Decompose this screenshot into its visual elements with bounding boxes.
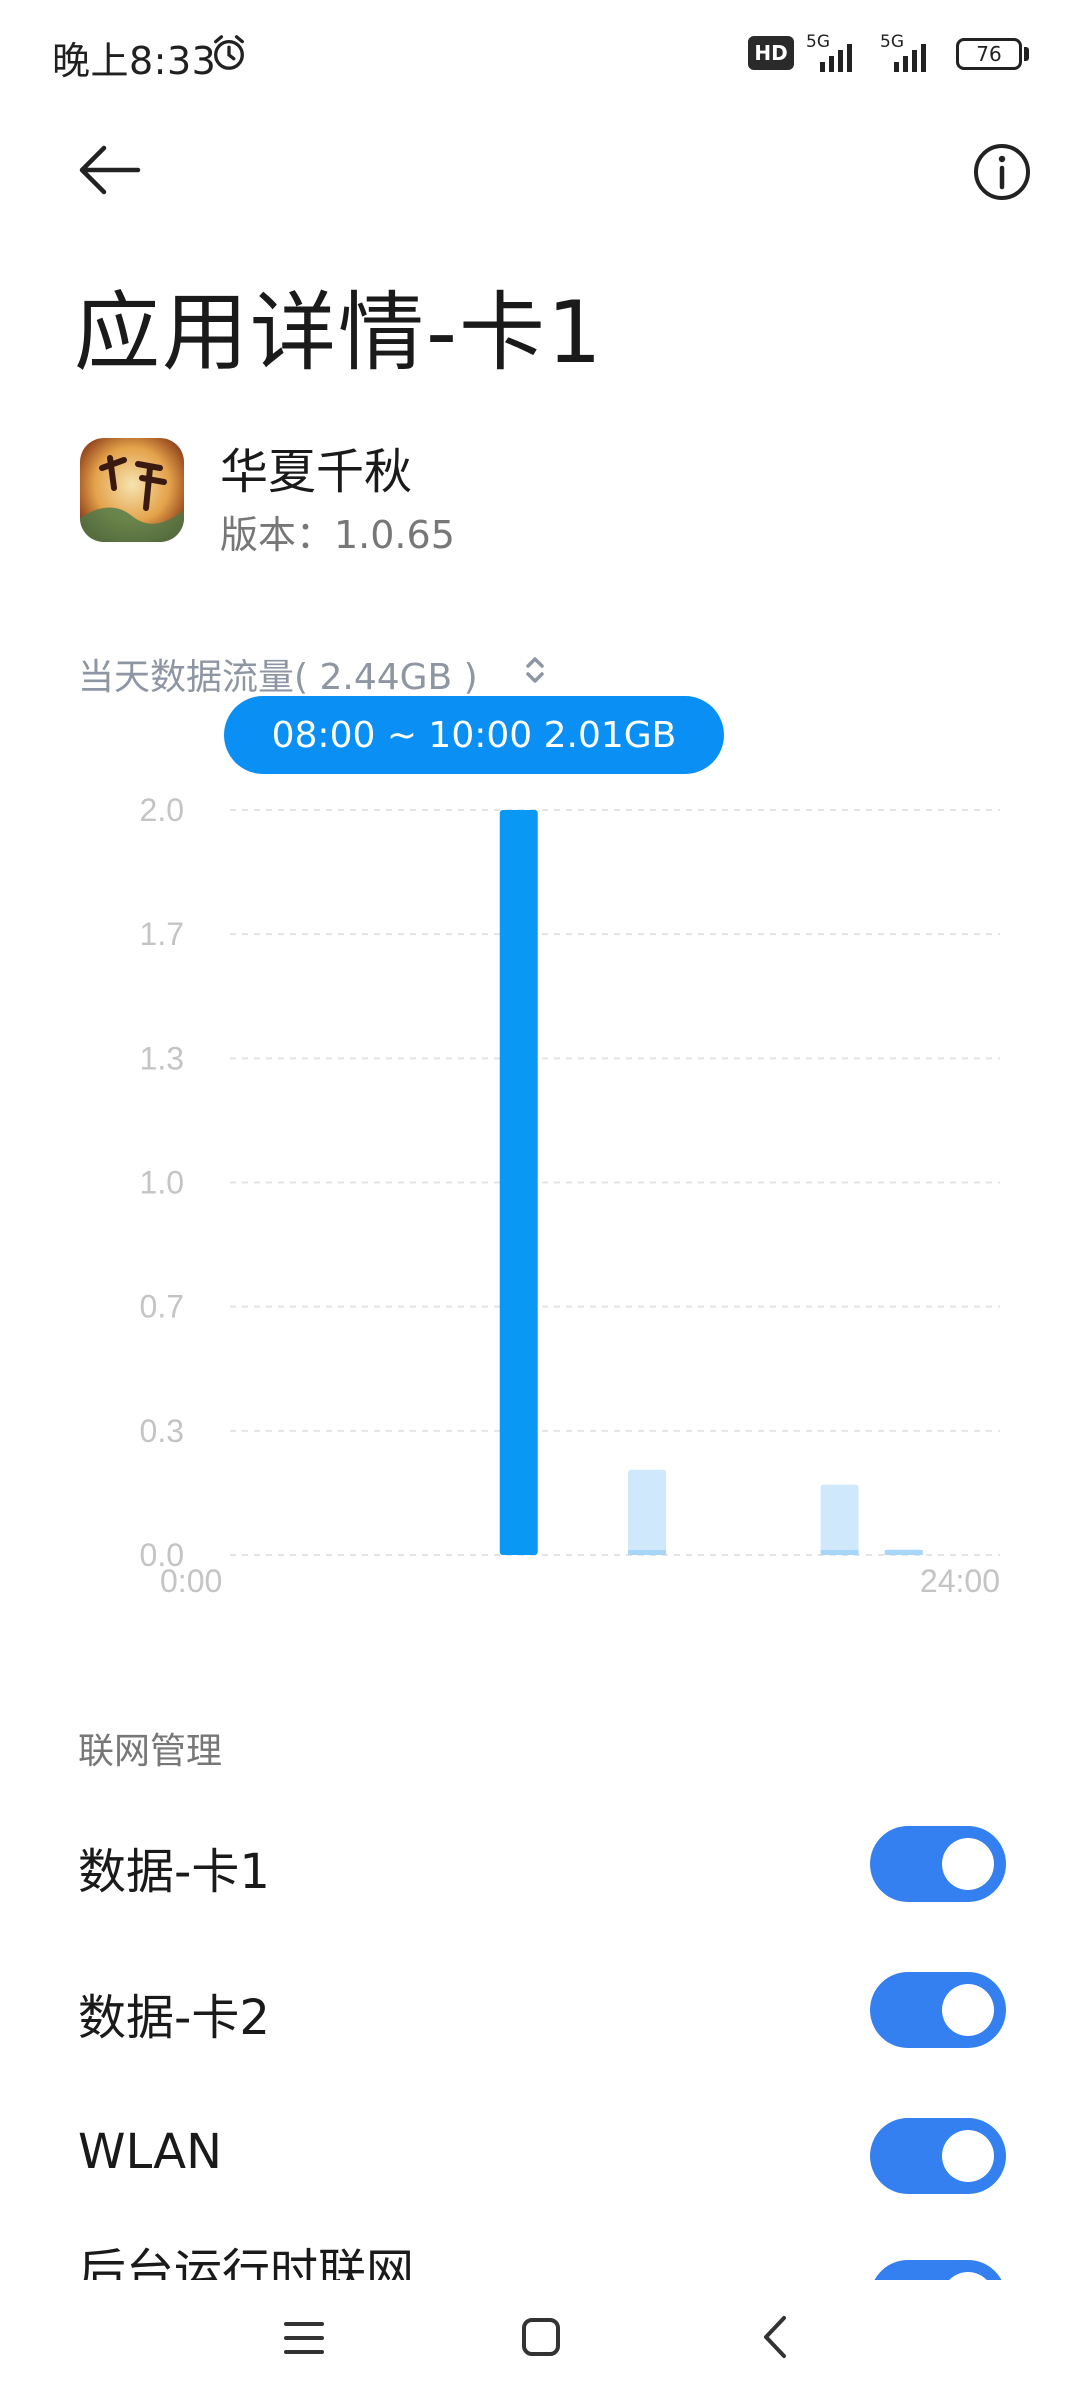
setting-label: 数据-卡1 [78, 1844, 270, 1900]
x-axis-end-label: 24:00 [920, 1563, 1000, 1599]
expand-collapse-icon[interactable] [520, 650, 550, 690]
setting-row-data-sim1[interactable]: 数据-卡1 [0, 1792, 1080, 1932]
y-tick-label: 1.0 [140, 1165, 184, 1201]
page-title: 应用详情-卡1 [74, 283, 604, 383]
app-icon [80, 438, 184, 542]
daily-usage-label[interactable]: 当天数据流量( 2.44GB ) [78, 648, 478, 700]
signal-sim1-icon: 5G [806, 32, 866, 72]
chart-bar[interactable] [628, 1469, 667, 1555]
toggle-knob [942, 1984, 994, 2036]
setting-row-wlan[interactable]: WLAN [0, 2084, 1080, 2224]
hd-voice-icon: HD [748, 36, 794, 70]
toggle-knob [942, 2130, 994, 2182]
battery-icon: 76 [956, 38, 1022, 70]
home-icon[interactable] [520, 2316, 562, 2358]
status-time: 晚上8:33 [52, 39, 217, 83]
y-tick-label: 0.7 [140, 1289, 184, 1325]
alarm-clock-icon [214, 35, 244, 70]
chart-grid [230, 809, 1000, 1556]
data-sim1-toggle[interactable] [870, 1826, 1006, 1902]
setting-row-background-network[interactable]: 后台运行时联网 [0, 2236, 1080, 2280]
setting-label: 后台运行时联网 [78, 2244, 415, 2280]
setting-label: WLAN [78, 2124, 223, 2180]
recent-apps-icon[interactable] [282, 2318, 326, 2358]
background-network-toggle[interactable] [870, 2260, 1006, 2280]
chart-bar-base [820, 1550, 859, 1555]
setting-row-data-sim2[interactable]: 数据-卡2 [0, 1938, 1080, 2078]
app-version: 版本：1.0.65 [220, 513, 455, 557]
nav-back-icon[interactable] [760, 2312, 790, 2362]
toggle-knob [942, 1838, 994, 1890]
chart-bar[interactable] [820, 1484, 859, 1555]
chart-bar-selected[interactable] [499, 810, 538, 1555]
back-arrow-icon[interactable] [74, 140, 144, 200]
toggle-knob [942, 2272, 994, 2280]
y-tick-label: 0.3 [140, 1413, 184, 1449]
battery-level: 76 [976, 42, 1002, 66]
battery-cap [1024, 47, 1029, 61]
y-tick-label: 1.7 [140, 916, 184, 952]
app-name: 华夏千秋 [220, 444, 413, 500]
y-tick-label: 2.0 [140, 792, 184, 828]
network-section-header: 联网管理 [78, 1731, 223, 1772]
chart-y-ticks: 0.00.30.71.01.31.72.0 [140, 792, 184, 1573]
wlan-toggle[interactable] [870, 2118, 1006, 2194]
info-icon[interactable] [972, 142, 1032, 202]
x-axis-start-label: 0:00 [160, 1563, 222, 1599]
signal-sim2-icon: 5G [880, 32, 940, 72]
chart-bar-base [884, 1550, 923, 1555]
setting-label: 数据-卡2 [78, 1990, 270, 2046]
usage-chart[interactable]: 0.00.30.71.01.31.72.0 0:00 24:00 [0, 760, 1080, 1660]
y-tick-label: 1.3 [140, 1040, 184, 1076]
data-sim2-toggle[interactable] [870, 1972, 1006, 2048]
chart-bar-base [628, 1550, 667, 1555]
